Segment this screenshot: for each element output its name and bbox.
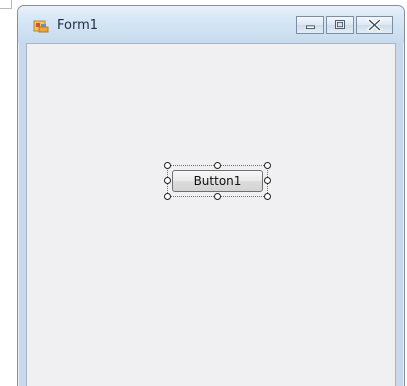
resize-handle-middle-left[interactable] — [164, 177, 171, 184]
resize-handle-bottom-left[interactable] — [164, 193, 171, 200]
resize-handle-middle-right[interactable] — [264, 177, 271, 184]
close-button[interactable] — [356, 16, 393, 34]
caption-buttons — [296, 16, 393, 36]
resize-handle-top-middle[interactable] — [214, 162, 221, 169]
window-title: Form1 — [57, 18, 99, 33]
form-window[interactable]: Form1 Button1 — [17, 5, 405, 386]
close-icon — [367, 18, 382, 32]
minimize-icon — [306, 25, 315, 29]
maximize-button[interactable] — [326, 16, 354, 34]
form-client-area[interactable]: Button1 — [26, 43, 396, 386]
window-title-bar[interactable]: Form1 — [18, 6, 404, 43]
resize-handle-bottom-right[interactable] — [264, 193, 271, 200]
resize-handle-top-right[interactable] — [264, 162, 271, 169]
resize-handle-bottom-middle[interactable] — [214, 193, 221, 200]
resize-handle-top-left[interactable] — [164, 162, 171, 169]
maximize-icon — [335, 20, 345, 29]
winforms-app-icon — [33, 19, 51, 34]
designer-surface: Form1 Button1 — [0, 0, 407, 386]
designer-corner-mark — [0, 0, 12, 9]
minimize-button[interactable] — [296, 16, 324, 34]
button1[interactable]: Button1 — [172, 170, 263, 192]
